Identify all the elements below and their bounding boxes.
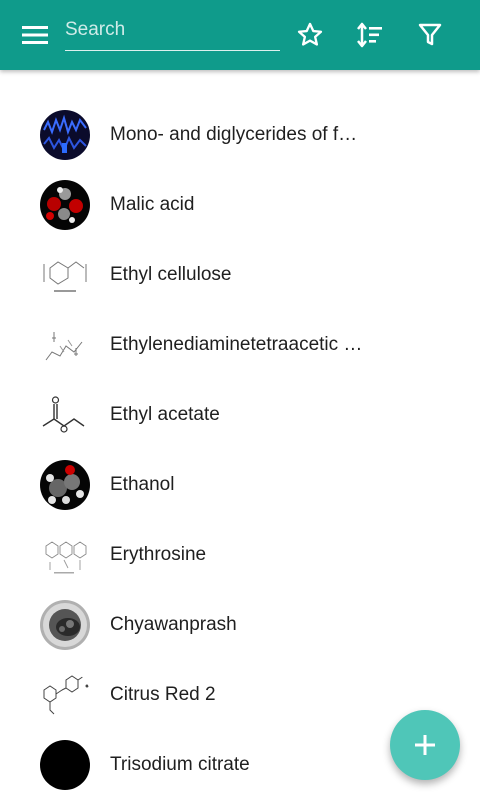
item-name: Ethyl cellulose	[110, 264, 232, 285]
list-item[interactable]: Ethyl cellulose	[0, 240, 480, 310]
filter-button[interactable]	[406, 11, 454, 59]
item-name: Malic acid	[110, 194, 195, 215]
item-thumbnail	[40, 740, 90, 790]
sort-icon	[357, 22, 382, 48]
item-thumbnail	[40, 180, 90, 230]
app-bar	[0, 0, 480, 70]
menu-icon	[22, 26, 48, 44]
item-name: Ethyl acetate	[110, 404, 220, 425]
list-item[interactable]: Mono- and diglycerides of f…	[0, 100, 480, 170]
substance-list: Mono- and diglycerides of f… Malic acid	[0, 100, 480, 800]
item-name: Erythrosine	[110, 544, 207, 565]
item-name: Citrus Red 2	[110, 684, 216, 705]
item-thumbnail	[40, 320, 90, 370]
item-thumbnail	[40, 460, 90, 510]
item-thumbnail	[40, 390, 90, 440]
list-item[interactable]: Ethylenediaminetetraacetic …	[0, 310, 480, 380]
sort-button[interactable]	[346, 11, 394, 59]
search-field[interactable]	[65, 14, 280, 51]
item-thumbnail	[40, 530, 90, 580]
list-item[interactable]: Ethyl acetate	[0, 380, 480, 450]
list-item[interactable]: Malic acid	[0, 170, 480, 240]
search-input[interactable]	[65, 14, 280, 46]
item-name: Ethanol	[110, 474, 175, 495]
menu-button[interactable]	[11, 11, 59, 59]
star-outline-icon	[297, 22, 323, 46]
filter-icon	[418, 23, 442, 46]
item-name: Mono- and diglycerides of f…	[110, 124, 358, 145]
item-thumbnail	[40, 250, 90, 300]
list-item[interactable]: Chyawanprash	[0, 590, 480, 660]
item-name: Chyawanprash	[110, 614, 237, 635]
add-button[interactable]	[390, 710, 460, 780]
item-thumbnail	[40, 670, 90, 720]
list-item[interactable]: Ethanol	[0, 450, 480, 520]
item-thumbnail	[40, 110, 90, 160]
item-name: Ethylenediaminetetraacetic …	[110, 334, 363, 355]
favorites-button[interactable]	[286, 11, 334, 59]
plus-icon	[415, 735, 435, 755]
item-name: Trisodium citrate	[110, 754, 250, 775]
item-thumbnail	[40, 600, 90, 650]
list-item[interactable]: Erythrosine	[0, 520, 480, 590]
